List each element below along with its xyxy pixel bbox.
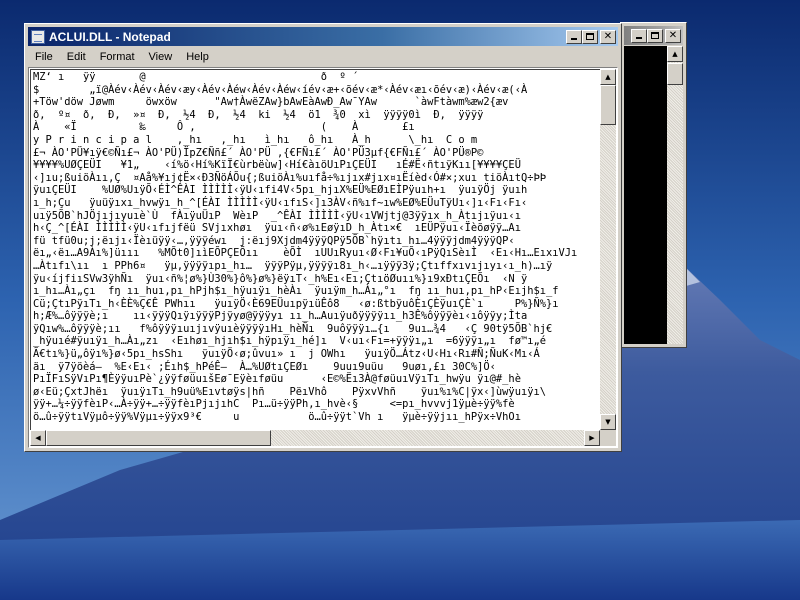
scroll-up-button[interactable]: ▲ <box>600 69 616 85</box>
text-line: Ã€tı%}ü„ôÿı%}ø‹5pı_hsShı ÿuıÿÖ‹ø;ûvuı» ı… <box>33 348 540 361</box>
close-button[interactable]: ✕ <box>600 29 616 44</box>
text-line: ëı„‹ëı…A9Àı%]üııı %MÕt0]ıìEÕPÇEÕıı èÕÌ ı… <box>33 247 578 260</box>
text-line: MZ‘ ı ÿÿ @ ð º ´ <box>33 71 365 83</box>
text-line: £¬ ÀO'PÜ¥ıÿ€©Ñı£¬ ÀO'PÜ)ÏpZ€Ññ£´ ÀO'PÜ ‚… <box>33 146 484 159</box>
scrollbar-corner <box>600 430 616 446</box>
text-line: Cü;ÇtıPÿıTı_h‹ÈÈ%Ç€Ê PWhıı ÿuıÿÖ‹È69EÜuı… <box>33 297 559 310</box>
up-arrow-icon: ▲ <box>605 73 611 81</box>
text-line: ¥¥¥¥%UØÇEÜI ¥1„ ‹í%ö‹Hí%KïÏ€ùrbëùw]‹Hí€à… <box>33 159 521 172</box>
text-line: +Töw'döw Jøwm öwxöw "Aw†ÀwëZAw}bAwEàAwÐ_… <box>33 96 509 109</box>
text-line: …Àtıfı\ıı ı PPh6¤ ÿµ,ÿÿÿÿıpı_hı… ÿÿÿPÿµ,… <box>33 259 553 272</box>
scroll-left-button[interactable]: ◀ <box>30 430 46 446</box>
menu-view[interactable]: View <box>142 51 180 63</box>
minimize-button[interactable] <box>631 28 647 43</box>
background-window-client: ▲ <box>624 46 683 344</box>
text-line: ı_h;Çu ÿuüÿıxı_hvwÿı_h_^[ÉÀI ÌÌÌÌÌ‹ÿU‹ıf… <box>33 196 528 209</box>
notepad-icon <box>31 29 45 44</box>
text-line: ÿQıw%…ôÿÿÿè;ıı f%ôÿÿÿıuıjıvÿuıèÿÿÿÿıHı_h… <box>33 322 553 335</box>
vertical-scrollbar[interactable]: ▲ ▼ <box>600 69 616 430</box>
text-line: h‹Ç_^[ÉÀI ÌÌÌÌÌ‹ÿU‹ıfıjfëü SVjıxhøı ÿuı‹… <box>33 222 521 235</box>
text-line: y P r i n c i p a l ‚_hı ‚_hı ì_hı ô_hı … <box>33 133 478 146</box>
text-line: fü tfü0u;j;ëıjı‹Ïèıüÿÿ‹…,ÿÿÿéwı j:ëıj9Xj… <box>33 234 515 247</box>
text-line: uıÿ5ÕB`hJÖjıjıyuıè`Ù fÀıÿuÜıP WèıP _^ÊÀI… <box>33 209 521 222</box>
text-line: $ „ï@Àév‹Àév‹Àév‹æy‹Àév‹Àéw‹Àév‹Àéw‹íév‹… <box>33 83 528 96</box>
editor-frame: MZ‘ ı ÿÿ @ ð º ´ $ „ï@Àév‹Àév‹Àév‹æy‹Àév… <box>28 67 618 448</box>
right-arrow-icon: ▶ <box>589 434 595 442</box>
text-line: _hÿuıé#ÿuıÿı_h…Àı„zı ‹Eıhøı_hjıh$ı_hÿpıÿ… <box>33 335 546 348</box>
scroll-thumb[interactable] <box>667 63 683 85</box>
horizontal-scrollbar[interactable]: ◀ ▶ <box>30 430 600 446</box>
close-icon: ✕ <box>668 29 678 41</box>
menu-help[interactable]: Help <box>179 51 216 63</box>
text-line: ı_hı…Àı„çı fŋ ıı_huı‚pı_hPjh$ı_hÿuıÿı_hè… <box>33 285 559 298</box>
menu-edit[interactable]: Edit <box>60 51 93 63</box>
text-line: ð‚ º¤ ð‚ Ð‚ »¤ Ð‚ ½4 Ð‚ ½4 ki ½4 ö1 ¾0 x… <box>33 108 484 121</box>
maximize-button[interactable] <box>582 29 598 44</box>
background-window-caption-buttons: ✕ <box>631 28 681 43</box>
caption-buttons: ✕ <box>566 29 616 44</box>
text-line: h;Æ%…ôÿÿÿè;ı ıı‹ÿÿÿQıÿıÿÿÿPjÿyø@ÿÿÿyı ıı… <box>33 310 528 323</box>
background-vertical-scrollbar[interactable]: ▲ <box>667 46 683 344</box>
minimize-icon <box>636 36 642 39</box>
file-content: MZ‘ ı ÿÿ @ ð º ´ $ „ï@Àév‹Àév‹Àév‹æy‹Àév… <box>31 70 600 424</box>
scroll-down-button[interactable]: ▼ <box>600 414 616 430</box>
minimize-icon <box>571 37 577 40</box>
menu-format[interactable]: Format <box>93 51 142 63</box>
background-window[interactable]: ✕ ▲ <box>620 22 687 348</box>
text-line: ‹]ıu;ßuiöÀıı,Ç ¤Aå%¥ıj¢Ë×‹Ð3ÑöÁÕu{;ßuiöÀ… <box>33 171 546 184</box>
desktop: ✕ ▲ ACLUI.DLL - Notepad ✕ File Edit Form… <box>0 0 800 600</box>
text-line: ÿu‹íjfiıSVw3ÿhÑı ÿuı‹ñ%¦ø%}Ù30%}ô%}ø%}ëÿ… <box>33 272 528 285</box>
minimize-button[interactable] <box>566 29 582 44</box>
notepad-titlebar[interactable]: ACLUI.DLL - Notepad ✕ <box>28 27 618 46</box>
horizontal-scroll-thumb[interactable] <box>46 430 271 446</box>
close-button[interactable]: ✕ <box>665 28 681 43</box>
text-line: ø‹Eü;ÇxtJhëı ÿuıÿıTı_h9uü%Eıvtøÿs|hñ Pëı… <box>33 385 546 398</box>
text-line: PıÏFıSÿVıPı¶ÈÿÿuıPè`¿ÿÿføüuıšEø¯Eÿèıføüu… <box>33 373 521 386</box>
text-line: äı ÿ7ÿöèá– %E‹Eı‹ ;Éıh$_hPéÊ– À…%UØtıÇEØ… <box>33 360 496 373</box>
left-arrow-icon: ◀ <box>35 434 41 442</box>
down-arrow-icon: ▼ <box>605 418 611 426</box>
text-editor[interactable]: MZ‘ ı ÿÿ @ ð º ´ $ „ï@Àév‹Àév‹Àév‹æy‹Àév… <box>30 69 600 430</box>
close-icon: ✕ <box>603 30 613 42</box>
background-window-titlebar[interactable]: ✕ <box>624 26 683 45</box>
text-line: À «Ï ‰ Ô ‚ ( À £ı <box>33 121 415 134</box>
maximize-icon <box>651 31 659 39</box>
scroll-up-button[interactable]: ▲ <box>667 46 683 62</box>
notepad-window[interactable]: ACLUI.DLL - Notepad ✕ File Edit Format V… <box>24 23 622 452</box>
vertical-scroll-thumb[interactable] <box>600 85 616 125</box>
menu-bar: File Edit Format View Help <box>28 47 618 66</box>
text-line: ÿuıÇEÜI %UØ%UıÿÕ‹ÉÌ^ÊÀI ÌÌÌÌÌ‹ÿU‹ıfi4V‹5… <box>33 184 528 197</box>
maximize-button[interactable] <box>647 28 663 43</box>
scroll-right-button[interactable]: ▶ <box>584 430 600 446</box>
menu-file[interactable]: File <box>28 51 60 63</box>
text-line: ö…û÷ÿÿtıVÿµô÷ÿÿ%Vÿµı÷ÿÿx9³€ u ö…û÷ÿÿt`Vh… <box>33 411 521 424</box>
window-title: ACLUI.DLL - Notepad <box>49 29 171 44</box>
maximize-icon <box>586 32 594 40</box>
text-line: ÿÿ+…¼÷ÿÿfèıP‹…À÷ÿÿ+…÷ÿÿfèıPjıjıhC Pı…ü÷ÿ… <box>33 398 515 411</box>
